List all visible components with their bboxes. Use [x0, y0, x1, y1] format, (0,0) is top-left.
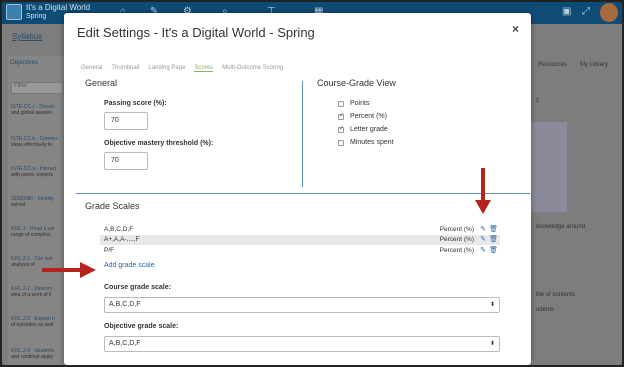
option-letter-grade[interactable]: Letter grade — [338, 125, 388, 133]
grade-scale-type: Percent (%) — [439, 226, 474, 233]
grade-scale-row[interactable]: A+,A,A-,...,F Percent (%) ✎ 🗑 — [100, 235, 500, 245]
tab-syllabus[interactable]: Syllabus — [12, 32, 42, 41]
letter-grade-checkbox[interactable] — [338, 125, 344, 133]
objective-desc: and continue apply — [11, 354, 53, 360]
section-divider — [76, 193, 530, 194]
dialog-title: Edit Settings - It's a Digital World - S… — [77, 25, 315, 40]
avatar[interactable] — [600, 3, 618, 22]
trash-icon[interactable]: 🗑 — [489, 246, 498, 256]
passing-score-label: Passing score (%): — [104, 100, 167, 107]
objective-list-item[interactable]: ISTE-CC.a - Interact with peers, experts — [11, 166, 65, 178]
settings-tabs: General Thumbnail Landing Page Scores Mu… — [81, 65, 292, 72]
snippet-text: z — [536, 98, 539, 104]
grade-scale-type: Percent (%) — [439, 247, 474, 254]
grade-scale-type: Percent (%) — [439, 236, 474, 243]
mastery-threshold-label: Objective mastery threshold (%): — [104, 140, 214, 147]
tab-objectives[interactable]: Objectives — [10, 60, 38, 66]
objective-grade-scale-select[interactable]: A,B,C,D,F ⬍ — [104, 336, 500, 352]
objectives-panel: Objectives Filter ISTE-CC.c - Develo and … — [8, 56, 66, 365]
course-grade-view-heading: Course-Grade View — [317, 78, 396, 88]
percent-checkbox[interactable] — [338, 112, 344, 120]
objective-list-item[interactable]: ISTE-CC.c - Develo and global awaren — [11, 104, 65, 116]
option-points[interactable]: Points — [338, 100, 369, 107]
general-heading: General — [85, 78, 118, 88]
objective-desc: range of complexi — [11, 232, 51, 238]
objective-list-item[interactable]: 6.RL.2.4 - Students and continue apply — [11, 348, 65, 360]
expand-icon[interactable]: ⤢ — [582, 6, 590, 17]
grade-scale-row[interactable]: A,B,C,D,F Percent (%) ✎ 🗑 — [104, 225, 500, 235]
objective-list-item[interactable]: 6.RL.2.2 - Determi idea of a work of li — [11, 286, 65, 298]
minutes-spent-checkbox[interactable] — [338, 139, 344, 146]
option-label: Minutes spent — [350, 139, 394, 146]
down-arrow-annotation — [475, 168, 491, 214]
objective-desc: idea of a work of li — [11, 292, 52, 298]
tab-landing-page[interactable]: Landing Page — [148, 65, 185, 72]
filter-input[interactable]: Filter — [11, 82, 63, 94]
logo-icon[interactable] — [6, 4, 22, 20]
window-frame: It's a Digital World Spring ⌂ ✎ ⚙ ⌕ ⊤ ▦ … — [2, 2, 622, 365]
pencil-icon[interactable]: ✎ — [480, 225, 486, 235]
add-grade-scale-link[interactable]: Add grade scale — [104, 262, 155, 269]
objective-list-item[interactable]: 6.RL.1 - Read a var range of complexi — [11, 226, 65, 238]
passing-score-input[interactable]: 70 — [104, 112, 148, 130]
right-arrow-annotation — [42, 262, 96, 278]
right-panel: Resources My Library z knowledge around … — [534, 56, 622, 365]
snippet-text: ble of contents — [536, 292, 576, 298]
objective-desc: solved. — [11, 202, 27, 208]
grade-scale-row[interactable]: P/F Percent (%) ✎ 🗑 — [104, 246, 500, 256]
resources-label[interactable]: Resources — [538, 62, 567, 68]
tab-thumbnail[interactable]: Thumbnail — [111, 65, 139, 72]
course-grade-scale-label: Course grade scale: — [104, 284, 171, 291]
tab-scores[interactable]: Scores — [194, 65, 214, 72]
grade-scale-name: A+,A,A-,...,F — [104, 236, 140, 243]
select-value: A,B,C,D,F — [109, 301, 141, 308]
pencil-icon[interactable]: ✎ — [480, 246, 486, 256]
objective-desc: ideas effectively to — [11, 142, 53, 148]
objective-desc: of episodes as well — [11, 322, 54, 328]
objective-grade-scale-label: Objective grade scale: — [104, 323, 179, 330]
grade-scales-heading: Grade Scales — [85, 201, 140, 211]
option-minutes-spent[interactable]: Minutes spent — [338, 139, 394, 146]
grade-scale-name: A,B,C,D,F — [104, 226, 134, 233]
objective-desc: with peers, experts — [11, 172, 53, 178]
close-icon[interactable]: × — [512, 22, 519, 36]
tab-general[interactable]: General — [81, 65, 102, 72]
snippet-text: udents — [536, 307, 555, 313]
chevron-updown-icon: ⬍ — [489, 302, 495, 308]
my-library-label[interactable]: My Library — [580, 62, 608, 68]
snippet-text: knowledge around — [536, 224, 586, 230]
image-icon[interactable]: ▣ — [562, 6, 571, 17]
tab-multi-outcome-scoring[interactable]: Multi-Outcome Scoring — [222, 65, 283, 72]
edit-settings-dialog: Edit Settings - It's a Digital World - S… — [64, 13, 531, 365]
option-label: Letter grade — [350, 126, 388, 133]
course-grade-scale-select[interactable]: A,B,C,D,F ⬍ — [104, 297, 500, 313]
objective-desc: and global awaren — [11, 110, 52, 116]
trash-icon[interactable]: 🗑 — [489, 235, 498, 245]
pencil-icon[interactable]: ✎ — [480, 235, 486, 245]
chevron-updown-icon: ⬍ — [489, 341, 495, 347]
grade-scale-name: P/F — [104, 247, 115, 254]
section-divider — [302, 81, 303, 187]
select-value: A,B,C,D,F — [109, 340, 141, 347]
mastery-threshold-input[interactable]: 70 — [104, 152, 148, 170]
trash-icon[interactable]: 🗑 — [489, 225, 498, 235]
objective-list-item[interactable]: ISTE-CC.b - Commu ideas effectively to — [11, 136, 65, 148]
option-label: Points — [350, 100, 370, 107]
app-subtitle: Spring — [26, 13, 47, 20]
objective-list-item[interactable]: 32369380 - Identify solved. — [11, 196, 65, 208]
option-percent[interactable]: Percent (%) — [338, 112, 387, 120]
points-checkbox[interactable] — [338, 100, 344, 107]
app-title: It's a Digital World — [26, 3, 91, 12]
objective-list-item[interactable]: 6.RL.2.3 - Explain h of episodes as well — [11, 316, 65, 328]
option-label: Percent (%) — [350, 113, 387, 120]
